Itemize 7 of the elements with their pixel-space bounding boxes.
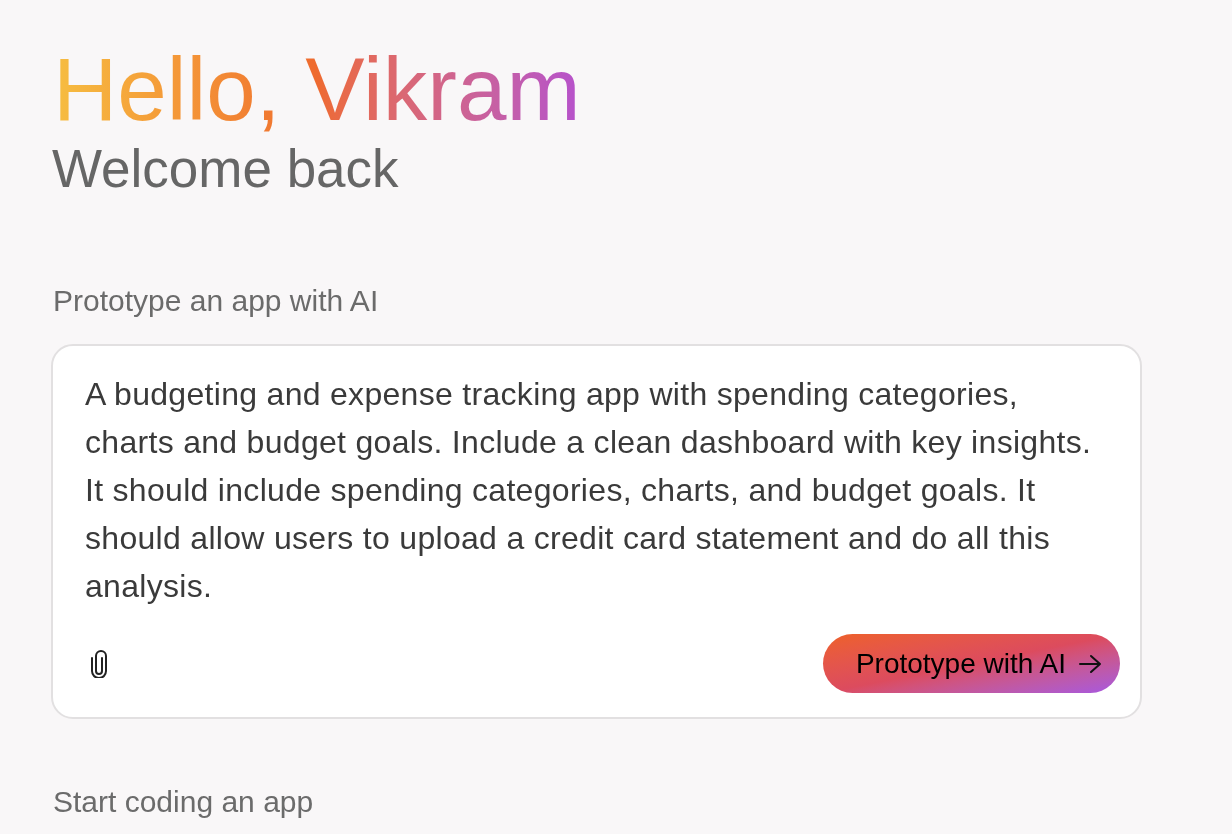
section-label: Start coding an app: [52, 784, 314, 820]
greeting-subtitle: Welcome back: [51, 139, 399, 199]
arrow-right-icon: [1078, 653, 1102, 674]
paperclip-icon[interactable]: [91, 649, 107, 678]
section-label: Prototype an app with AI: [52, 283, 379, 319]
prototype-button[interactable]: Prototype with AI: [822, 634, 1120, 693]
prompt-input[interactable]: A budgeting and expense tracking app with spending categories, charts and budget goals. Include a clean dashboard with key insights. It should include spending categories, charts, and budget goals. It should allow users to upload a credit card statement and do all this analysis.: [85, 370, 1107, 610]
